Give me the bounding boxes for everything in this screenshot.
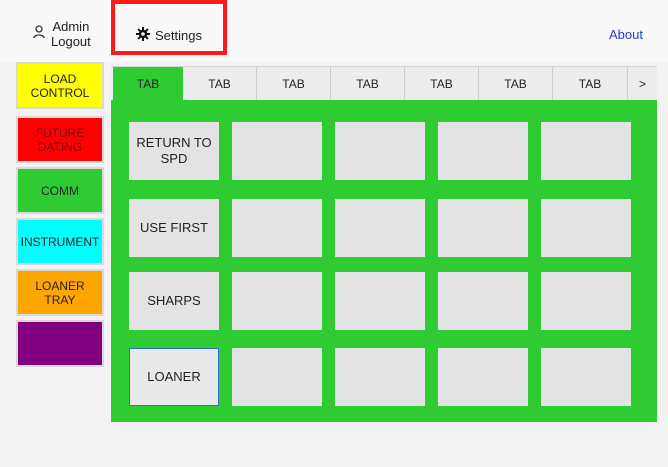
grid-button[interactable]	[541, 122, 631, 180]
button-sharps[interactable]: SHARPS	[129, 272, 219, 330]
category-purple[interactable]	[16, 320, 104, 367]
tab-5[interactable]: TAB	[405, 67, 478, 101]
user-name: Admin	[52, 19, 90, 34]
about-link[interactable]: About	[609, 27, 643, 42]
user-menu[interactable]: Admin Logout	[33, 19, 103, 53]
bottom-area	[0, 424, 668, 467]
tab-1[interactable]: TAB	[113, 67, 183, 101]
grid-button[interactable]	[541, 348, 631, 406]
tab-2[interactable]: TAB	[183, 67, 256, 101]
tab-7[interactable]: TAB	[553, 67, 627, 101]
grid-button[interactable]	[335, 122, 425, 180]
grid-button[interactable]	[232, 272, 322, 330]
grid-button[interactable]	[335, 272, 425, 330]
top-bar: Admin Logout Settings About	[0, 0, 668, 62]
tab-next-button[interactable]: >	[628, 67, 657, 101]
button-return-to-spd[interactable]: RETURN TO SPD	[129, 122, 219, 180]
category-instrument[interactable]: INSTRUMENT	[16, 218, 104, 265]
grid-button[interactable]	[232, 122, 322, 180]
settings-label: Settings	[155, 28, 202, 43]
gear-icon	[136, 27, 150, 41]
tab-3[interactable]: TAB	[257, 67, 330, 101]
grid-button[interactable]	[232, 348, 322, 406]
grid-button[interactable]	[438, 122, 528, 180]
category-load-control[interactable]: LOAD CONTROL	[16, 62, 104, 109]
tab-6[interactable]: TAB	[479, 67, 552, 101]
grid-button[interactable]	[438, 272, 528, 330]
button-loaner[interactable]: LOANER	[129, 348, 219, 406]
grid-button[interactable]	[335, 199, 425, 257]
grid-button[interactable]	[438, 348, 528, 406]
button-grid: RETURN TO SPD USE FIRST SHARPS LOANER	[111, 100, 657, 422]
grid-button[interactable]	[438, 199, 528, 257]
logout-link[interactable]: Logout	[51, 34, 91, 49]
user-icon	[33, 25, 45, 39]
tab-bar: TAB TAB TAB TAB TAB TAB TAB >	[111, 66, 657, 102]
grid-button[interactable]	[541, 272, 631, 330]
settings-button[interactable]: Settings	[111, 0, 227, 55]
grid-button[interactable]	[232, 199, 322, 257]
category-future-dating[interactable]: FUTURE DATING	[16, 116, 104, 163]
category-comm[interactable]: COMM	[16, 167, 104, 214]
grid-button[interactable]	[541, 199, 631, 257]
category-loaner-tray[interactable]: LOANER TRAY	[16, 269, 104, 316]
tab-4[interactable]: TAB	[331, 67, 404, 101]
grid-button[interactable]	[335, 348, 425, 406]
button-use-first[interactable]: USE FIRST	[129, 199, 219, 257]
